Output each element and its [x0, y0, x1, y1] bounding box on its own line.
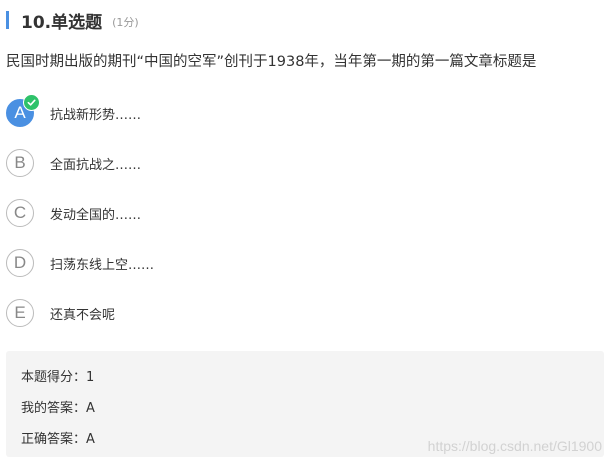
option-b[interactable]: B 全面抗战之……	[6, 138, 606, 188]
option-e-letter: E	[14, 303, 26, 322]
correct-answer: 正确答案：A	[21, 432, 95, 447]
option-e-text: 还真不会呢	[50, 307, 116, 323]
option-e-marker[interactable]: E	[6, 299, 34, 327]
option-d-text: 扫荡东线上空……	[50, 257, 155, 273]
option-a-text: 抗战新形势……	[50, 107, 142, 123]
watermark: https://blog.csdn.net/Gl1900	[427, 438, 602, 454]
option-c-marker[interactable]: C	[6, 199, 34, 227]
option-d[interactable]: D 扫荡东线上空……	[6, 238, 606, 288]
option-b-text: 全面抗战之……	[50, 157, 142, 173]
option-c-text: 发动全国的……	[50, 207, 142, 223]
question-title: 10.单选题	[21, 12, 103, 33]
option-e[interactable]: E 还真不会呢	[6, 288, 606, 338]
accent-bar	[6, 11, 9, 29]
question-text: 民国时期出版的期刊“中国的空军”创刊于1938年，当年第一期的第一篇文章标题是	[6, 54, 537, 70]
option-b-marker[interactable]: B	[6, 149, 34, 177]
score-result: 本题得分：1	[21, 370, 95, 385]
option-a[interactable]: A 抗战新形势……	[6, 88, 606, 138]
check-icon	[23, 94, 40, 111]
options-list: A 抗战新形势…… B 全面抗战之…… C 发动全国的…… D 扫荡东线上空………	[6, 88, 606, 338]
option-d-letter: D	[13, 253, 27, 272]
option-c[interactable]: C 发动全国的……	[6, 188, 606, 238]
option-d-marker[interactable]: D	[6, 249, 34, 277]
question-score: (1分)	[112, 15, 139, 29]
option-c-letter: C	[13, 203, 27, 222]
question-header: 10.单选题 (1分)	[6, 6, 139, 34]
my-answer: 我的答案：A	[21, 401, 95, 416]
option-b-letter: B	[14, 153, 26, 172]
option-a-marker[interactable]: A	[6, 94, 40, 127]
